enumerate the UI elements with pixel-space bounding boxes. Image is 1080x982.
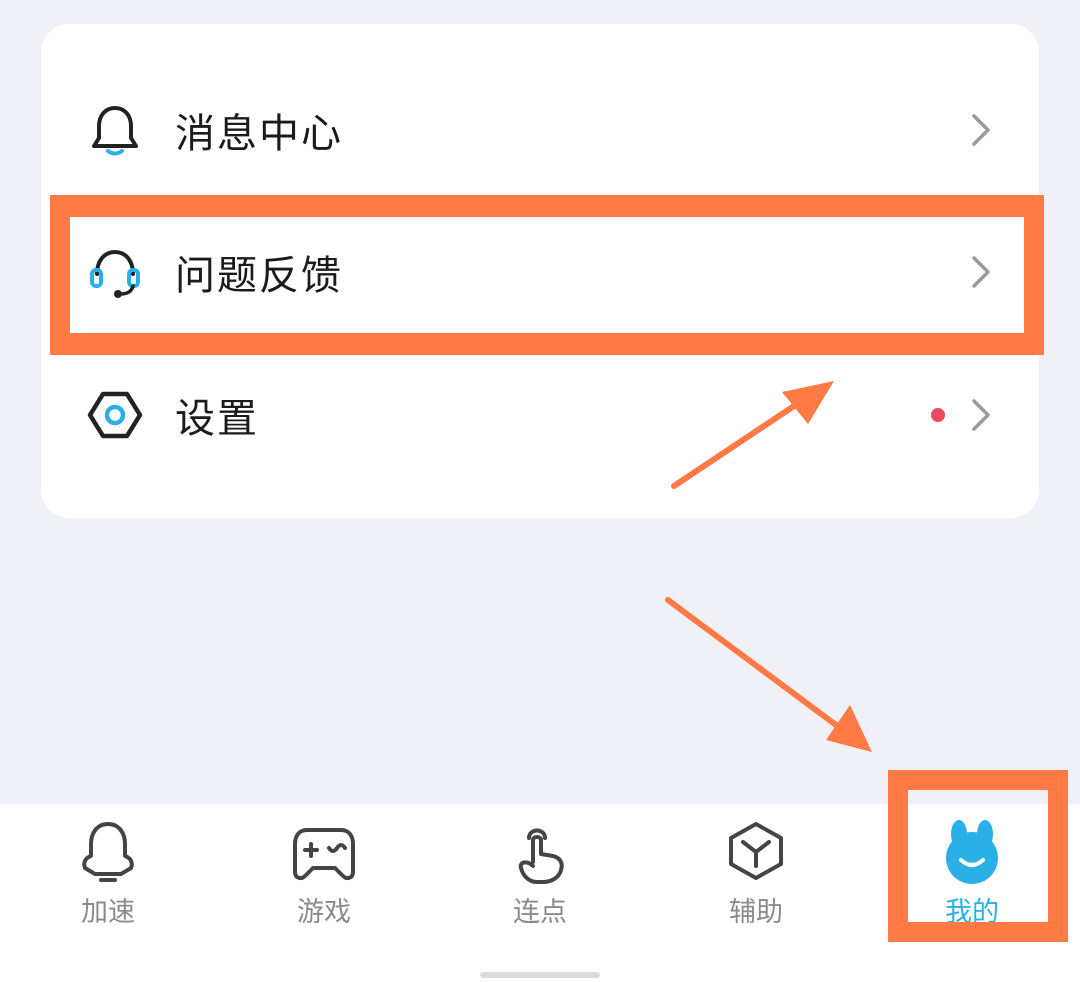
- settings-hexagon-icon: [87, 391, 143, 439]
- chevron-right-icon: [972, 256, 990, 288]
- notification-dot: [931, 408, 945, 422]
- tab-mine[interactable]: 我的: [864, 804, 1080, 982]
- tab-assist[interactable]: 辅助: [648, 804, 864, 982]
- tab-accelerate[interactable]: 加速: [0, 804, 216, 982]
- tab-label: 我的: [945, 897, 999, 928]
- arrow-head-down-icon: [826, 705, 872, 752]
- menu-card: 消息中心 问题反馈 设置: [41, 24, 1039, 518]
- rocket-ghost-icon: [82, 822, 134, 882]
- menu-item-label: 设置: [175, 396, 259, 442]
- tab-games[interactable]: 游戏: [216, 804, 432, 982]
- tab-label: 加速: [81, 897, 135, 928]
- gamepad-icon: [293, 828, 355, 881]
- chevron-right-icon: [972, 114, 990, 146]
- tab-label: 游戏: [297, 897, 351, 928]
- tab-label: 辅助: [729, 897, 783, 928]
- cube-icon: [729, 822, 783, 880]
- screen: 消息中心 问题反馈 设置 加速 游戏 连点 辅助 我的: [0, 0, 1080, 982]
- menu-item-feedback[interactable]: 问题反馈: [41, 207, 1039, 337]
- tab-auto-clicker[interactable]: 连点: [432, 804, 648, 982]
- headset-icon: [90, 249, 140, 298]
- bunny-avatar-icon: [946, 820, 998, 884]
- bottom-tab-bar: 加速 游戏 连点 辅助 我的: [0, 804, 1080, 982]
- tab-label: 连点: [513, 897, 567, 928]
- menu-item-label: 消息中心: [175, 111, 343, 157]
- chevron-right-icon: [972, 399, 990, 431]
- menu-item-message-center[interactable]: 消息中心: [41, 65, 1039, 195]
- menu-item-label: 问题反馈: [175, 253, 343, 299]
- menu-item-settings[interactable]: 设置: [41, 350, 1039, 480]
- home-indicator: [480, 972, 600, 978]
- tap-finger-icon: [518, 828, 564, 884]
- bell-icon: [92, 106, 138, 156]
